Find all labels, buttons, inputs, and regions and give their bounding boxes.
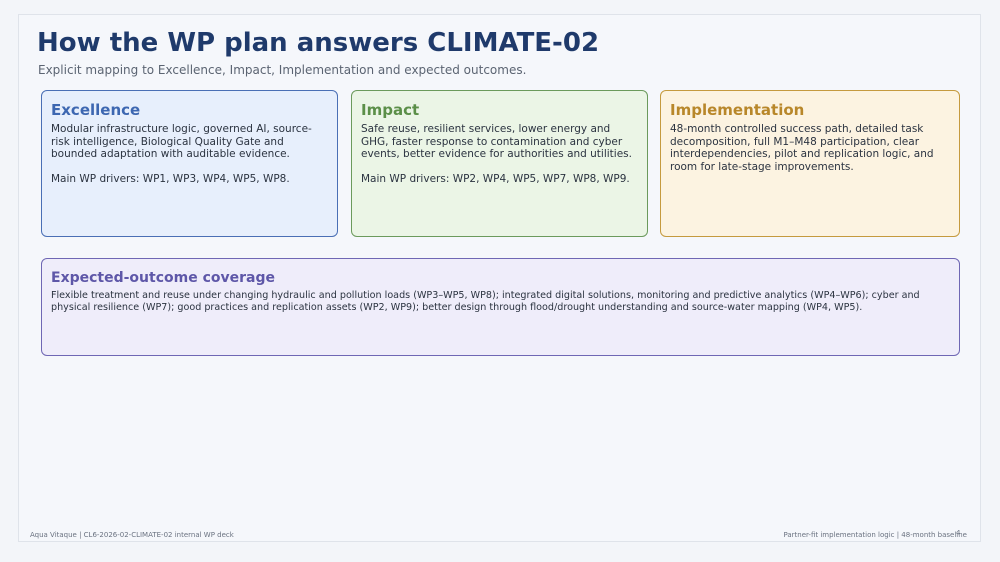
footer-right: Partner-fit implementation logic | 48-mo… bbox=[783, 531, 967, 539]
footer-left: Aqua Vitaque | CL6-2026-02-CLIMATE-02 in… bbox=[30, 531, 234, 539]
expected-outcome-heading: Expected-outcome coverage bbox=[51, 270, 275, 286]
page-title: How the WP plan answers CLIMATE-02 bbox=[37, 28, 600, 58]
excellence-card: Excellence Modular infrastructure logic,… bbox=[41, 90, 338, 237]
page-number: 4 bbox=[956, 529, 961, 537]
excellence-drivers: Main WP drivers: WP1, WP3, WP4, WP5, WP8… bbox=[51, 173, 290, 186]
impact-card: Impact Safe reuse, resilient services, l… bbox=[351, 90, 648, 237]
expected-outcome-card: Expected-outcome coverage Flexible treat… bbox=[41, 258, 960, 356]
expected-outcome-body: Flexible treatment and reuse under chang… bbox=[51, 290, 920, 313]
excellence-body: Modular infrastructure logic, governed A… bbox=[51, 123, 312, 161]
implementation-card: Implementation 48-month controlled succe… bbox=[660, 90, 960, 237]
impact-heading: Impact bbox=[361, 101, 420, 119]
implementation-body: 48-month controlled success path, detail… bbox=[670, 123, 934, 173]
impact-drivers: Main WP drivers: WP2, WP4, WP5, WP7, WP8… bbox=[361, 173, 630, 186]
impact-body: Safe reuse, resilient services, lower en… bbox=[361, 123, 632, 161]
excellence-heading: Excellence bbox=[51, 101, 141, 119]
implementation-heading: Implementation bbox=[670, 101, 805, 119]
page-subtitle: Explicit mapping to Excellence, Impact, … bbox=[38, 63, 527, 77]
